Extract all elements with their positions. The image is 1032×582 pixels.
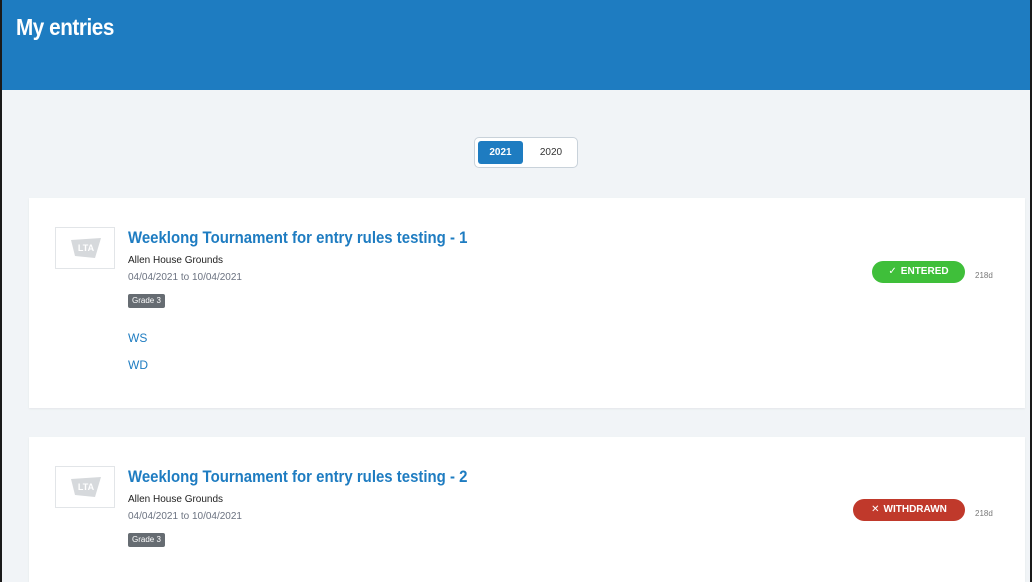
year-toggle: 2021 2020: [474, 137, 578, 168]
lta-logo-icon: LTA: [71, 477, 101, 497]
page-header: My entries: [2, 0, 1030, 90]
tournament-logo: LTA: [55, 227, 115, 269]
cross-icon: ✕: [871, 504, 880, 515]
lta-logo-icon: LTA: [71, 238, 101, 258]
entry-card: LTA Weeklong Tournament for entry rules …: [29, 437, 1025, 582]
status-badge-withdrawn[interactable]: ✕ WITHDRAWN: [853, 499, 965, 521]
tournament-title-link[interactable]: Weeklong Tournament for entry rules test…: [128, 228, 467, 248]
tournament-venue: Allen House Grounds: [128, 494, 224, 505]
status-badge-entered[interactable]: ✓ ENTERED: [872, 261, 965, 283]
svg-text:LTA: LTA: [78, 482, 95, 492]
status-label: ENTERED: [900, 266, 949, 277]
entry-age: 218d: [975, 271, 993, 280]
year-tab-2021[interactable]: 2021: [478, 141, 523, 164]
status-label: WITHDRAWN: [883, 504, 947, 515]
grade-badge: Grade 3: [128, 533, 165, 547]
entry-age: 218d: [975, 509, 993, 518]
check-icon: ✓: [888, 266, 897, 277]
event-link-wd[interactable]: WD: [128, 358, 148, 372]
event-link-ws[interactable]: WS: [128, 331, 147, 345]
year-tab-2020[interactable]: 2020: [527, 141, 575, 164]
tournament-dates: 04/04/2021 to 10/04/2021: [128, 272, 242, 283]
tournament-logo: LTA: [55, 466, 115, 508]
entry-card: LTA Weeklong Tournament for entry rules …: [29, 198, 1025, 408]
page-title: My entries: [16, 14, 114, 40]
grade-badge: Grade 3: [128, 294, 165, 308]
tournament-venue: Allen House Grounds: [128, 255, 224, 266]
svg-text:LTA: LTA: [78, 243, 95, 253]
tournament-title-link[interactable]: Weeklong Tournament for entry rules test…: [128, 467, 467, 487]
tournament-dates: 04/04/2021 to 10/04/2021: [128, 511, 242, 522]
